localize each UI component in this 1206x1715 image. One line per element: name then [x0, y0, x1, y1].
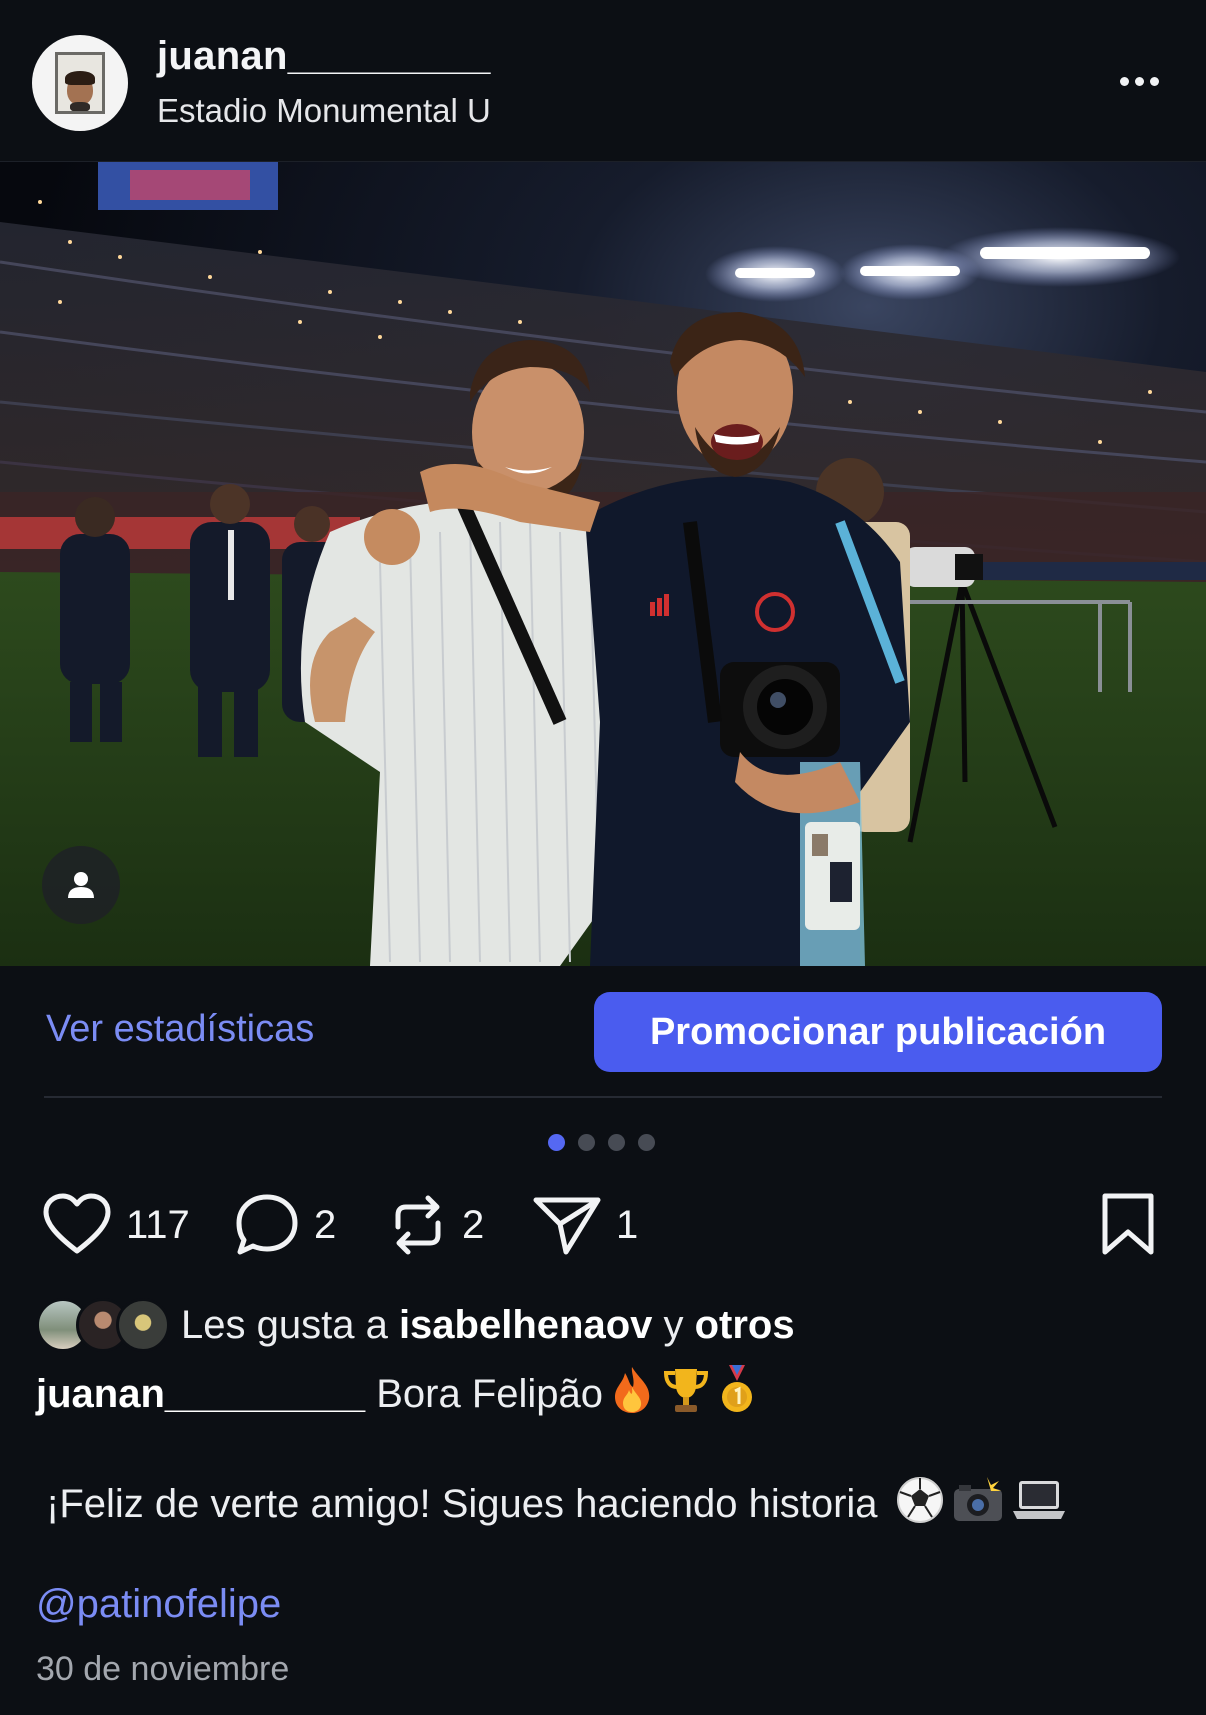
divider [44, 1096, 1162, 1098]
like-count[interactable]: 117 [126, 1203, 190, 1248]
laptop-icon [1012, 1481, 1065, 1519]
comment-count[interactable]: 2 [314, 1203, 336, 1248]
comment-bubble-icon[interactable] [234, 1192, 300, 1258]
trophy-icon [664, 1369, 709, 1412]
user-tag-icon [68, 872, 94, 898]
soccer-ball-icon [896, 1477, 943, 1523]
medal-icon [722, 1365, 753, 1412]
liked-by-prefix: Les gusta a [181, 1303, 399, 1347]
tag-people-button[interactable] [42, 846, 120, 924]
liked-by-text[interactable]: Les gusta a isabelhenaov y otros [181, 1303, 795, 1348]
repost-count[interactable]: 2 [462, 1203, 484, 1248]
stadium-photo [0, 162, 1206, 966]
caption-text: Bora Felipão [365, 1372, 604, 1416]
liked-by-middle: y [652, 1303, 695, 1347]
caption: juanan_________ Bora Felipão [36, 1363, 757, 1417]
fire-icon [615, 1367, 650, 1413]
liked-by-avatars[interactable] [36, 1298, 170, 1352]
liked-by-others[interactable]: otros [695, 1303, 795, 1347]
post-username[interactable]: juanan_________ [157, 34, 491, 79]
caption-username[interactable]: juanan_________ [36, 1372, 365, 1416]
bookmark-icon[interactable] [1098, 1192, 1158, 1258]
view-stats-link[interactable]: Ver estadísticas [46, 1008, 314, 1051]
promote-post-button[interactable]: Promocionar publicación [594, 992, 1162, 1072]
post-location[interactable]: Estadio Monumental U [157, 92, 491, 130]
post-date: 30 de noviembre [36, 1650, 290, 1688]
liked-by-user[interactable]: isabelhenaov [399, 1303, 652, 1347]
post-header: juanan_________ Estadio Monumental U [0, 0, 1206, 162]
carousel-dot[interactable] [638, 1134, 655, 1151]
heart-icon[interactable] [42, 1193, 112, 1257]
repost-group[interactable]: 2 [388, 1190, 484, 1260]
carousel-dot-active[interactable] [548, 1134, 565, 1151]
mention-link[interactable]: @patinofelipe [36, 1582, 281, 1627]
save-button[interactable] [1098, 1190, 1158, 1260]
carousel-dot[interactable] [578, 1134, 595, 1151]
camera-flash-icon [953, 1477, 1002, 1521]
post-photo[interactable] [0, 162, 1206, 966]
more-options-icon[interactable] [1112, 66, 1166, 96]
avatar[interactable] [116, 1298, 170, 1352]
caption-line-2: ¡Feliz de verte amigo! Sigues haciendo h… [46, 1475, 1067, 1527]
share-count[interactable]: 1 [616, 1203, 638, 1248]
repost-icon[interactable] [388, 1193, 448, 1257]
carousel-indicator [548, 1134, 655, 1151]
share-group[interactable]: 1 [532, 1190, 638, 1260]
comment-group[interactable]: 2 [234, 1190, 336, 1260]
carousel-dot[interactable] [608, 1134, 625, 1151]
like-group[interactable]: 117 [42, 1190, 190, 1260]
send-icon[interactable] [532, 1192, 602, 1258]
avatar-photo [55, 52, 105, 114]
caption-line-2-text: ¡Feliz de verte amigo! Sigues haciendo h… [46, 1482, 878, 1526]
avatar[interactable] [32, 35, 128, 131]
